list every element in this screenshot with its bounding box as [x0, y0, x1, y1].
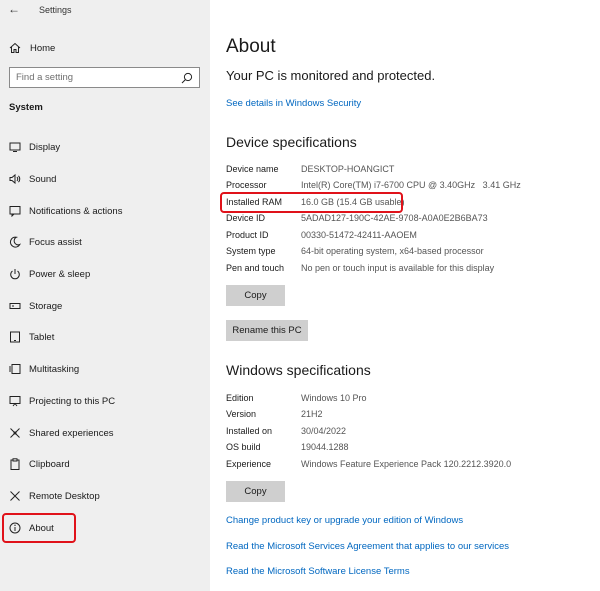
copy-device-specs-button[interactable]: Copy: [226, 285, 285, 306]
sidebar-item-label: Storage: [29, 300, 63, 312]
spec-key: Device name: [226, 164, 279, 174]
services-agreement-link[interactable]: Read the Microsoft Services Agreement th…: [226, 541, 509, 552]
sidebar-item-focus-assist[interactable]: Focus assist: [9, 234, 82, 250]
main-content: About Your PC is monitored and protected…: [210, 0, 600, 591]
clipboard-icon: [9, 458, 21, 470]
spec-value: 30/04/2022: [301, 426, 347, 436]
sidebar-item-shared-experiences[interactable]: Shared experiences: [9, 425, 114, 441]
sidebar-item-label: Power & sleep: [29, 268, 91, 280]
focus-assist-icon: [9, 236, 21, 248]
spec-row-product-id: Product ID 00330-51472-42411-AAOEM: [226, 230, 417, 242]
power-icon: [9, 268, 21, 280]
sidebar-item-multitasking[interactable]: Multitasking: [9, 361, 79, 377]
about-highlight-box: [2, 513, 76, 543]
device-specs-heading: Device specifications: [226, 134, 357, 150]
spec-value: 64-bit operating system, x64-based proce…: [301, 246, 484, 256]
spec-key: Edition: [226, 393, 254, 403]
spec-row-device-name: Device name DESKTOP-HOANGICT: [226, 164, 394, 176]
spec-row-system-type: System type 64-bit operating system, x64…: [226, 246, 484, 258]
sidebar-item-label: Remote Desktop: [29, 490, 100, 502]
sidebar: ← Settings Home System Display Sound Not…: [0, 0, 210, 591]
sidebar-item-label: Focus assist: [29, 236, 82, 248]
spec-row-version: Version 21H2: [226, 409, 323, 421]
spec-value: 5ADAD127-190C-42AE-9708-A0A0E2B6BA73: [301, 213, 488, 223]
multitasking-icon: [9, 363, 21, 375]
home-nav-item[interactable]: Home: [9, 40, 55, 56]
search-icon: [181, 72, 193, 83]
windows-security-link[interactable]: See details in Windows Security: [226, 98, 361, 109]
spec-row-installed-on: Installed on 30/04/2022: [226, 426, 346, 438]
spec-key: Pen and touch: [226, 263, 285, 273]
license-terms-link[interactable]: Read the Microsoft Software License Term…: [226, 566, 410, 577]
protection-status: Your PC is monitored and protected.: [226, 68, 436, 83]
spec-row-edition: Edition Windows 10 Pro: [226, 393, 367, 405]
search-input[interactable]: [16, 72, 181, 83]
spec-value: 00330-51472-42411-AAOEM: [301, 230, 417, 240]
ram-highlight-box: [220, 192, 403, 213]
home-icon: [9, 42, 21, 53]
app-title: Settings: [39, 5, 72, 15]
sidebar-item-label: Multitasking: [29, 363, 80, 375]
rename-pc-button[interactable]: Rename this PC: [226, 320, 308, 341]
change-product-key-link[interactable]: Change product key or upgrade your editi…: [226, 515, 463, 526]
search-box[interactable]: [9, 67, 200, 88]
spec-value: 21H2: [301, 409, 323, 419]
spec-key: Device ID: [226, 213, 266, 223]
spec-key: System type: [226, 246, 276, 256]
display-icon: [9, 141, 21, 153]
sidebar-item-label: Shared experiences: [29, 427, 114, 439]
title-bar: ← Settings: [0, 0, 210, 20]
spec-value: Windows Feature Experience Pack 120.2212…: [301, 459, 512, 469]
remote-desktop-icon: [9, 490, 21, 502]
sidebar-item-remote-desktop[interactable]: Remote Desktop: [9, 488, 100, 504]
spec-key: Version: [226, 409, 257, 419]
section-label-system: System: [9, 102, 43, 113]
page-title: About: [226, 36, 276, 57]
spec-key: Installed on: [226, 426, 273, 436]
sidebar-item-power-sleep[interactable]: Power & sleep: [9, 266, 90, 282]
storage-icon: [9, 300, 21, 312]
spec-value: DESKTOP-HOANGICT: [301, 164, 395, 174]
spec-row-pen-touch: Pen and touch No pen or touch input is a…: [226, 263, 494, 275]
spec-key: Product ID: [226, 230, 269, 240]
notifications-icon: [9, 205, 21, 217]
spec-key: Processor: [226, 180, 267, 190]
spec-value: Intel(R) Core(TM) i7-6700 CPU @ 3.40GHz …: [301, 180, 521, 190]
sidebar-item-label: Projecting to this PC: [29, 395, 116, 407]
sidebar-item-sound[interactable]: Sound: [9, 171, 56, 187]
spec-key: OS build: [226, 442, 261, 452]
sidebar-item-notifications[interactable]: Notifications & actions: [9, 203, 122, 219]
copy-windows-specs-button[interactable]: Copy: [226, 481, 285, 502]
tablet-icon: [9, 331, 21, 343]
spec-value: Windows 10 Pro: [301, 393, 367, 403]
spec-key: Experience: [226, 459, 272, 469]
sound-icon: [9, 173, 21, 185]
spec-row-experience: Experience Windows Feature Experience Pa…: [226, 459, 511, 471]
sidebar-item-label: Display: [29, 141, 61, 153]
sidebar-item-label: Sound: [29, 173, 57, 185]
sidebar-item-label: Tablet: [29, 331, 55, 343]
sidebar-item-label: Clipboard: [29, 458, 70, 470]
sidebar-item-projecting[interactable]: Projecting to this PC: [9, 393, 115, 409]
spec-row-device-id: Device ID 5ADAD127-190C-42AE-9708-A0A0E2…: [226, 213, 488, 225]
spec-value: No pen or touch input is available for t…: [301, 263, 495, 273]
sidebar-item-clipboard[interactable]: Clipboard: [9, 456, 70, 472]
sidebar-item-display[interactable]: Display: [9, 139, 60, 155]
sidebar-item-label: Notifications & actions: [29, 205, 123, 217]
shared-experiences-icon: [9, 427, 21, 439]
sidebar-item-tablet[interactable]: Tablet: [9, 329, 54, 345]
home-label: Home: [30, 42, 56, 54]
spec-row-processor: Processor Intel(R) Core(TM) i7-6700 CPU …: [226, 180, 521, 192]
windows-specs-heading: Windows specifications: [226, 362, 371, 378]
spec-row-os-build: OS build 19044.1288: [226, 442, 349, 454]
sidebar-item-storage[interactable]: Storage: [9, 298, 62, 314]
projecting-icon: [9, 395, 21, 407]
back-button[interactable]: ←: [8, 2, 20, 16]
spec-value: 19044.1288: [301, 442, 349, 452]
